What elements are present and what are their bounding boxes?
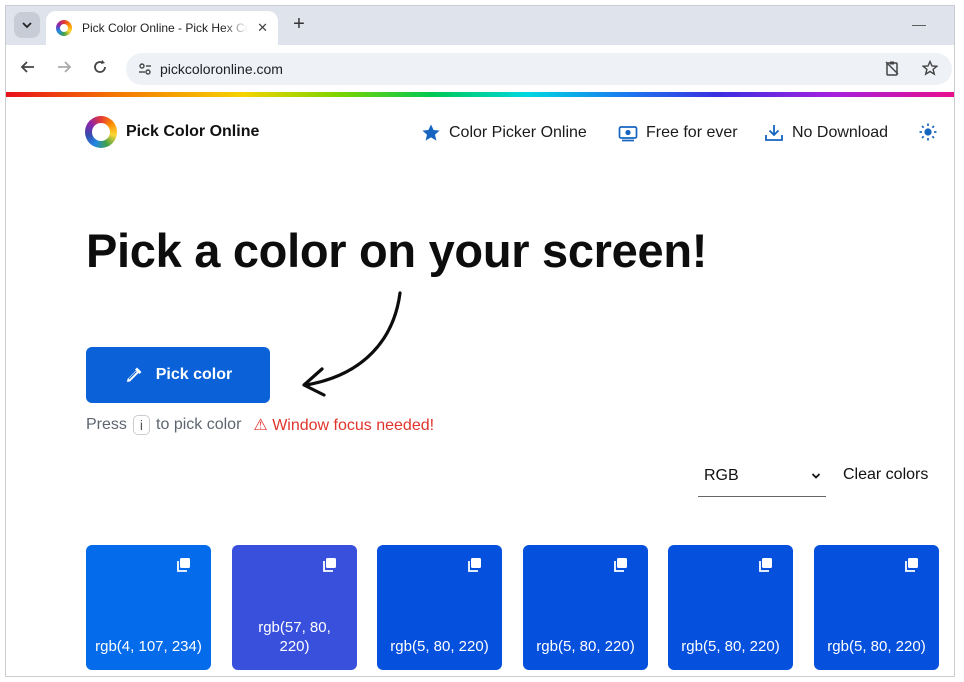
nav-label: Free for ever: [646, 124, 738, 141]
color-swatch[interactable]: rgb(5, 80, 220): [814, 545, 939, 670]
download-icon: [765, 125, 783, 141]
swatch-label: rgb(5, 80, 220): [827, 638, 926, 655]
theme-toggle[interactable]: [919, 123, 945, 141]
clipboard-blocked-icon[interactable]: [884, 60, 900, 80]
copy-icon[interactable]: [175, 557, 191, 573]
color-swatch[interactable]: rgb(5, 80, 220): [377, 545, 502, 670]
swatch-label: rgb(5, 80, 220): [390, 638, 489, 655]
forward-button[interactable]: [54, 59, 74, 79]
back-button[interactable]: [18, 59, 38, 79]
address-bar[interactable]: pickcoloronline.com: [126, 53, 952, 85]
page-content: Pick Color Online Color Picker Online Fr…: [6, 97, 954, 676]
pick-color-button[interactable]: Pick color: [86, 347, 270, 403]
color-wheel-icon: [85, 116, 117, 148]
hint-press: Press: [86, 416, 127, 433]
color-swatch[interactable]: rgb(4, 107, 234): [86, 545, 211, 670]
browser-toolbar: pickcoloronline.com: [6, 45, 954, 93]
keyboard-key: i: [132, 415, 151, 435]
site-info-icon[interactable]: [138, 62, 152, 76]
reload-button[interactable]: [90, 59, 110, 79]
sun-icon: [919, 123, 937, 141]
pick-color-label: Pick color: [155, 366, 233, 383]
favicon-icon: [56, 20, 72, 36]
swatch-label: rgb(4, 107, 234): [95, 638, 202, 655]
focus-warning: ⚠ Window focus needed!: [253, 417, 435, 434]
nav-color-picker-online[interactable]: Color Picker Online: [421, 123, 587, 143]
money-icon: [618, 126, 638, 142]
pick-hint: Press i to pick color ⚠ Window focus nee…: [86, 415, 434, 435]
color-swatch[interactable]: rgb(57, 80, 220): [232, 545, 357, 670]
curved-arrow-icon: [302, 291, 402, 397]
color-format-select[interactable]: RGB: [698, 455, 826, 497]
copy-icon[interactable]: [612, 557, 628, 573]
color-swatch[interactable]: rgb(5, 80, 220): [523, 545, 648, 670]
hint-rest: to pick color: [156, 416, 242, 433]
swatch-label: rgb(5, 80, 220): [681, 638, 780, 655]
format-value: RGB: [704, 466, 739, 484]
tab-title: Pick Color Online - Pick Hex Color: [82, 21, 248, 35]
eyedropper-icon: [126, 367, 142, 382]
logo-text: Pick Color Online: [126, 123, 260, 140]
swatch-label: rgb(57, 80, 220): [258, 619, 331, 655]
copy-icon[interactable]: [321, 557, 337, 573]
close-tab-icon[interactable]: ✕: [257, 20, 268, 36]
nav-label: No Download: [792, 124, 889, 141]
chevron-down-icon: [22, 22, 32, 29]
bookmark-star-icon[interactable]: [921, 59, 939, 80]
url-text: pickcoloronline.com: [160, 61, 283, 77]
chevron-down-icon: [811, 472, 821, 479]
star-icon: [422, 124, 440, 141]
arrow-left-icon: [20, 61, 34, 73]
nav-label: Color Picker Online: [449, 124, 587, 141]
color-swatch[interactable]: rgb(5, 80, 220): [668, 545, 793, 670]
new-tab-button[interactable]: +: [288, 14, 310, 36]
copy-icon[interactable]: [903, 557, 919, 573]
hero-title: Pick a color on your screen!: [86, 224, 708, 277]
tab-search-button[interactable]: [14, 12, 40, 38]
active-tab[interactable]: Pick Color Online - Pick Hex Color ✕: [46, 11, 278, 45]
nav-no-download[interactable]: No Download: [764, 123, 888, 143]
browser-window: Pick Color Online - Pick Hex Color ✕ + —…: [5, 5, 955, 677]
copy-icon[interactable]: [757, 557, 773, 573]
nav-free-for-ever[interactable]: Free for ever: [618, 123, 738, 143]
minimize-button[interactable]: —: [912, 16, 926, 32]
site-logo[interactable]: Pick Color Online: [85, 116, 259, 148]
copy-icon[interactable]: [466, 557, 482, 573]
tab-strip: Pick Color Online - Pick Hex Color ✕ + —: [6, 6, 954, 45]
clear-colors-button[interactable]: Clear colors: [843, 466, 928, 484]
reload-icon: [94, 60, 106, 73]
swatch-label: rgb(5, 80, 220): [536, 638, 635, 655]
arrow-right-icon: [58, 61, 72, 73]
